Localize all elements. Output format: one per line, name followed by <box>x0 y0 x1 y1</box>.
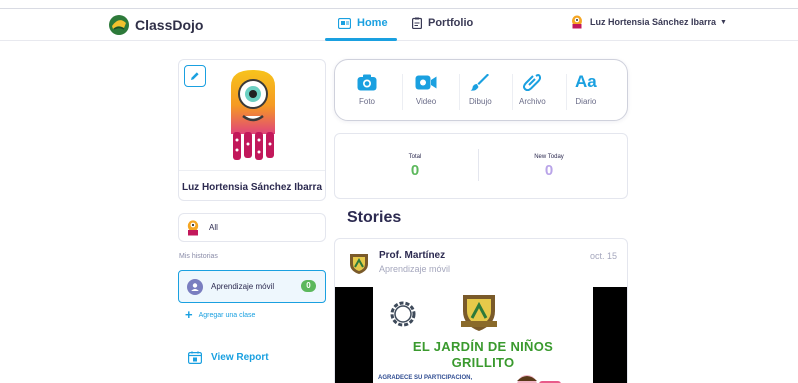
edit-profile-button[interactable] <box>184 65 206 87</box>
view-report-link[interactable]: View Report <box>188 351 269 364</box>
poster-title-line2: GRILLITO <box>451 355 515 370</box>
tool-archivo[interactable]: Archivo <box>519 74 546 106</box>
tool-diario-label: Diario <box>575 97 597 106</box>
user-menu[interactable]: Luz Hortensia Sánchez Ibarra ▼ <box>571 15 727 29</box>
post-composer: Foto Video Dibujo Archivo Aa Diario <box>334 59 628 121</box>
class-icon <box>191 282 199 291</box>
story-media[interactable]: EL JARDÍN DE NIÑOS GRILLITO AGRADECE SU … <box>335 287 627 383</box>
camera-icon <box>357 74 377 91</box>
teacher-avatar-icon <box>350 254 368 274</box>
active-tab-indicator <box>325 38 397 41</box>
section-label: Mis historias <box>179 253 218 260</box>
stories-heading: Stories <box>347 209 402 226</box>
tool-divider <box>566 74 567 110</box>
stat-new-today-label: New Today <box>534 154 564 160</box>
home-icon <box>338 17 351 29</box>
brand-name: ClassDojo <box>135 17 204 33</box>
tool-foto-label: Foto <box>358 97 375 106</box>
user-name: Luz Hortensia Sánchez Ibarra <box>590 17 717 27</box>
tool-foto[interactable]: Foto <box>357 74 377 106</box>
add-class-link[interactable]: + Agregar una clase <box>185 307 256 322</box>
class-avatar <box>187 278 203 295</box>
tool-video[interactable]: Video <box>415 74 437 106</box>
tool-divider <box>402 74 403 110</box>
portfolio-icon <box>412 17 422 29</box>
story-poster-image: EL JARDÍN DE NIÑOS GRILLITO AGRADECE SU … <box>373 287 593 383</box>
brand[interactable]: ClassDojo <box>108 14 203 36</box>
school-crest-icon <box>461 295 497 331</box>
video-icon <box>415 75 437 90</box>
sidebar-item-all[interactable]: All <box>178 213 326 242</box>
sidebar-item-all-label: All <box>209 223 218 232</box>
view-report-label: View Report <box>211 352 269 363</box>
pencil-icon <box>191 72 199 80</box>
monster-avatar-icon <box>572 15 582 29</box>
stat-new-today-value: 0 <box>544 162 554 179</box>
poster-title-line1: EL JARDÍN DE NIÑOS <box>412 339 554 354</box>
chevron-down-icon: ▼ <box>720 18 727 26</box>
class-count-badge: 0 <box>301 280 316 292</box>
sidebar-item-class[interactable]: Aprendizaje móvil 0 <box>178 270 326 303</box>
tool-divider <box>459 74 460 110</box>
calendar-icon <box>188 351 202 364</box>
tab-portfolio[interactable]: Portfolio <box>412 17 473 29</box>
tab-home[interactable]: Home <box>338 17 388 29</box>
paperclip-icon <box>523 74 542 91</box>
story-date: oct. 15 <box>589 251 617 261</box>
character-illustration-icon <box>517 375 561 383</box>
student-name: Luz Hortensia Sánchez Ibarra <box>181 182 323 193</box>
story-class: Aprendizaje móvil <box>379 264 451 274</box>
stat-total-value: 0 <box>410 162 420 179</box>
stat-new-today: New Today 0 <box>509 154 589 179</box>
story-card[interactable]: Prof. Martínez Aprendizaje móvil oct. 15… <box>334 238 628 383</box>
tool-dibujo-label: Dibujo <box>469 97 492 106</box>
gear-decoration-icon <box>390 301 416 327</box>
tool-video-label: Video <box>415 97 437 106</box>
poster-subtitle: AGRADECE SU PARTICIPACION, <box>378 375 473 381</box>
tool-dibujo[interactable]: Dibujo <box>469 74 492 106</box>
profile-divider <box>179 170 325 171</box>
brush-icon <box>470 74 490 91</box>
text-icon: Aa <box>575 72 597 91</box>
tool-diario[interactable]: Aa Diario <box>575 72 597 106</box>
tab-home-label: Home <box>357 17 388 29</box>
tool-divider <box>512 74 513 110</box>
stats-divider <box>478 149 479 181</box>
stat-total-label: Total <box>408 154 422 160</box>
classdojo-logo-icon <box>109 15 129 35</box>
plus-icon: + <box>185 307 193 322</box>
profile-card: Luz Hortensia Sánchez Ibarra <box>178 59 326 201</box>
add-class-label: Agregar una clase <box>198 311 256 319</box>
top-navbar: ClassDojo Home Portfolio Luz Hortensia S… <box>0 9 798 41</box>
tab-portfolio-label: Portfolio <box>428 17 474 29</box>
stats-card: Total 0 New Today 0 <box>334 133 628 199</box>
tool-archivo-label: Archivo <box>519 97 546 106</box>
monster-small-icon <box>187 219 199 235</box>
class-name: Aprendizaje móvil <box>211 282 275 291</box>
story-author: Prof. Martínez <box>379 250 446 261</box>
student-monster-avatar-icon <box>231 70 275 160</box>
stat-total: Total 0 <box>375 154 455 179</box>
